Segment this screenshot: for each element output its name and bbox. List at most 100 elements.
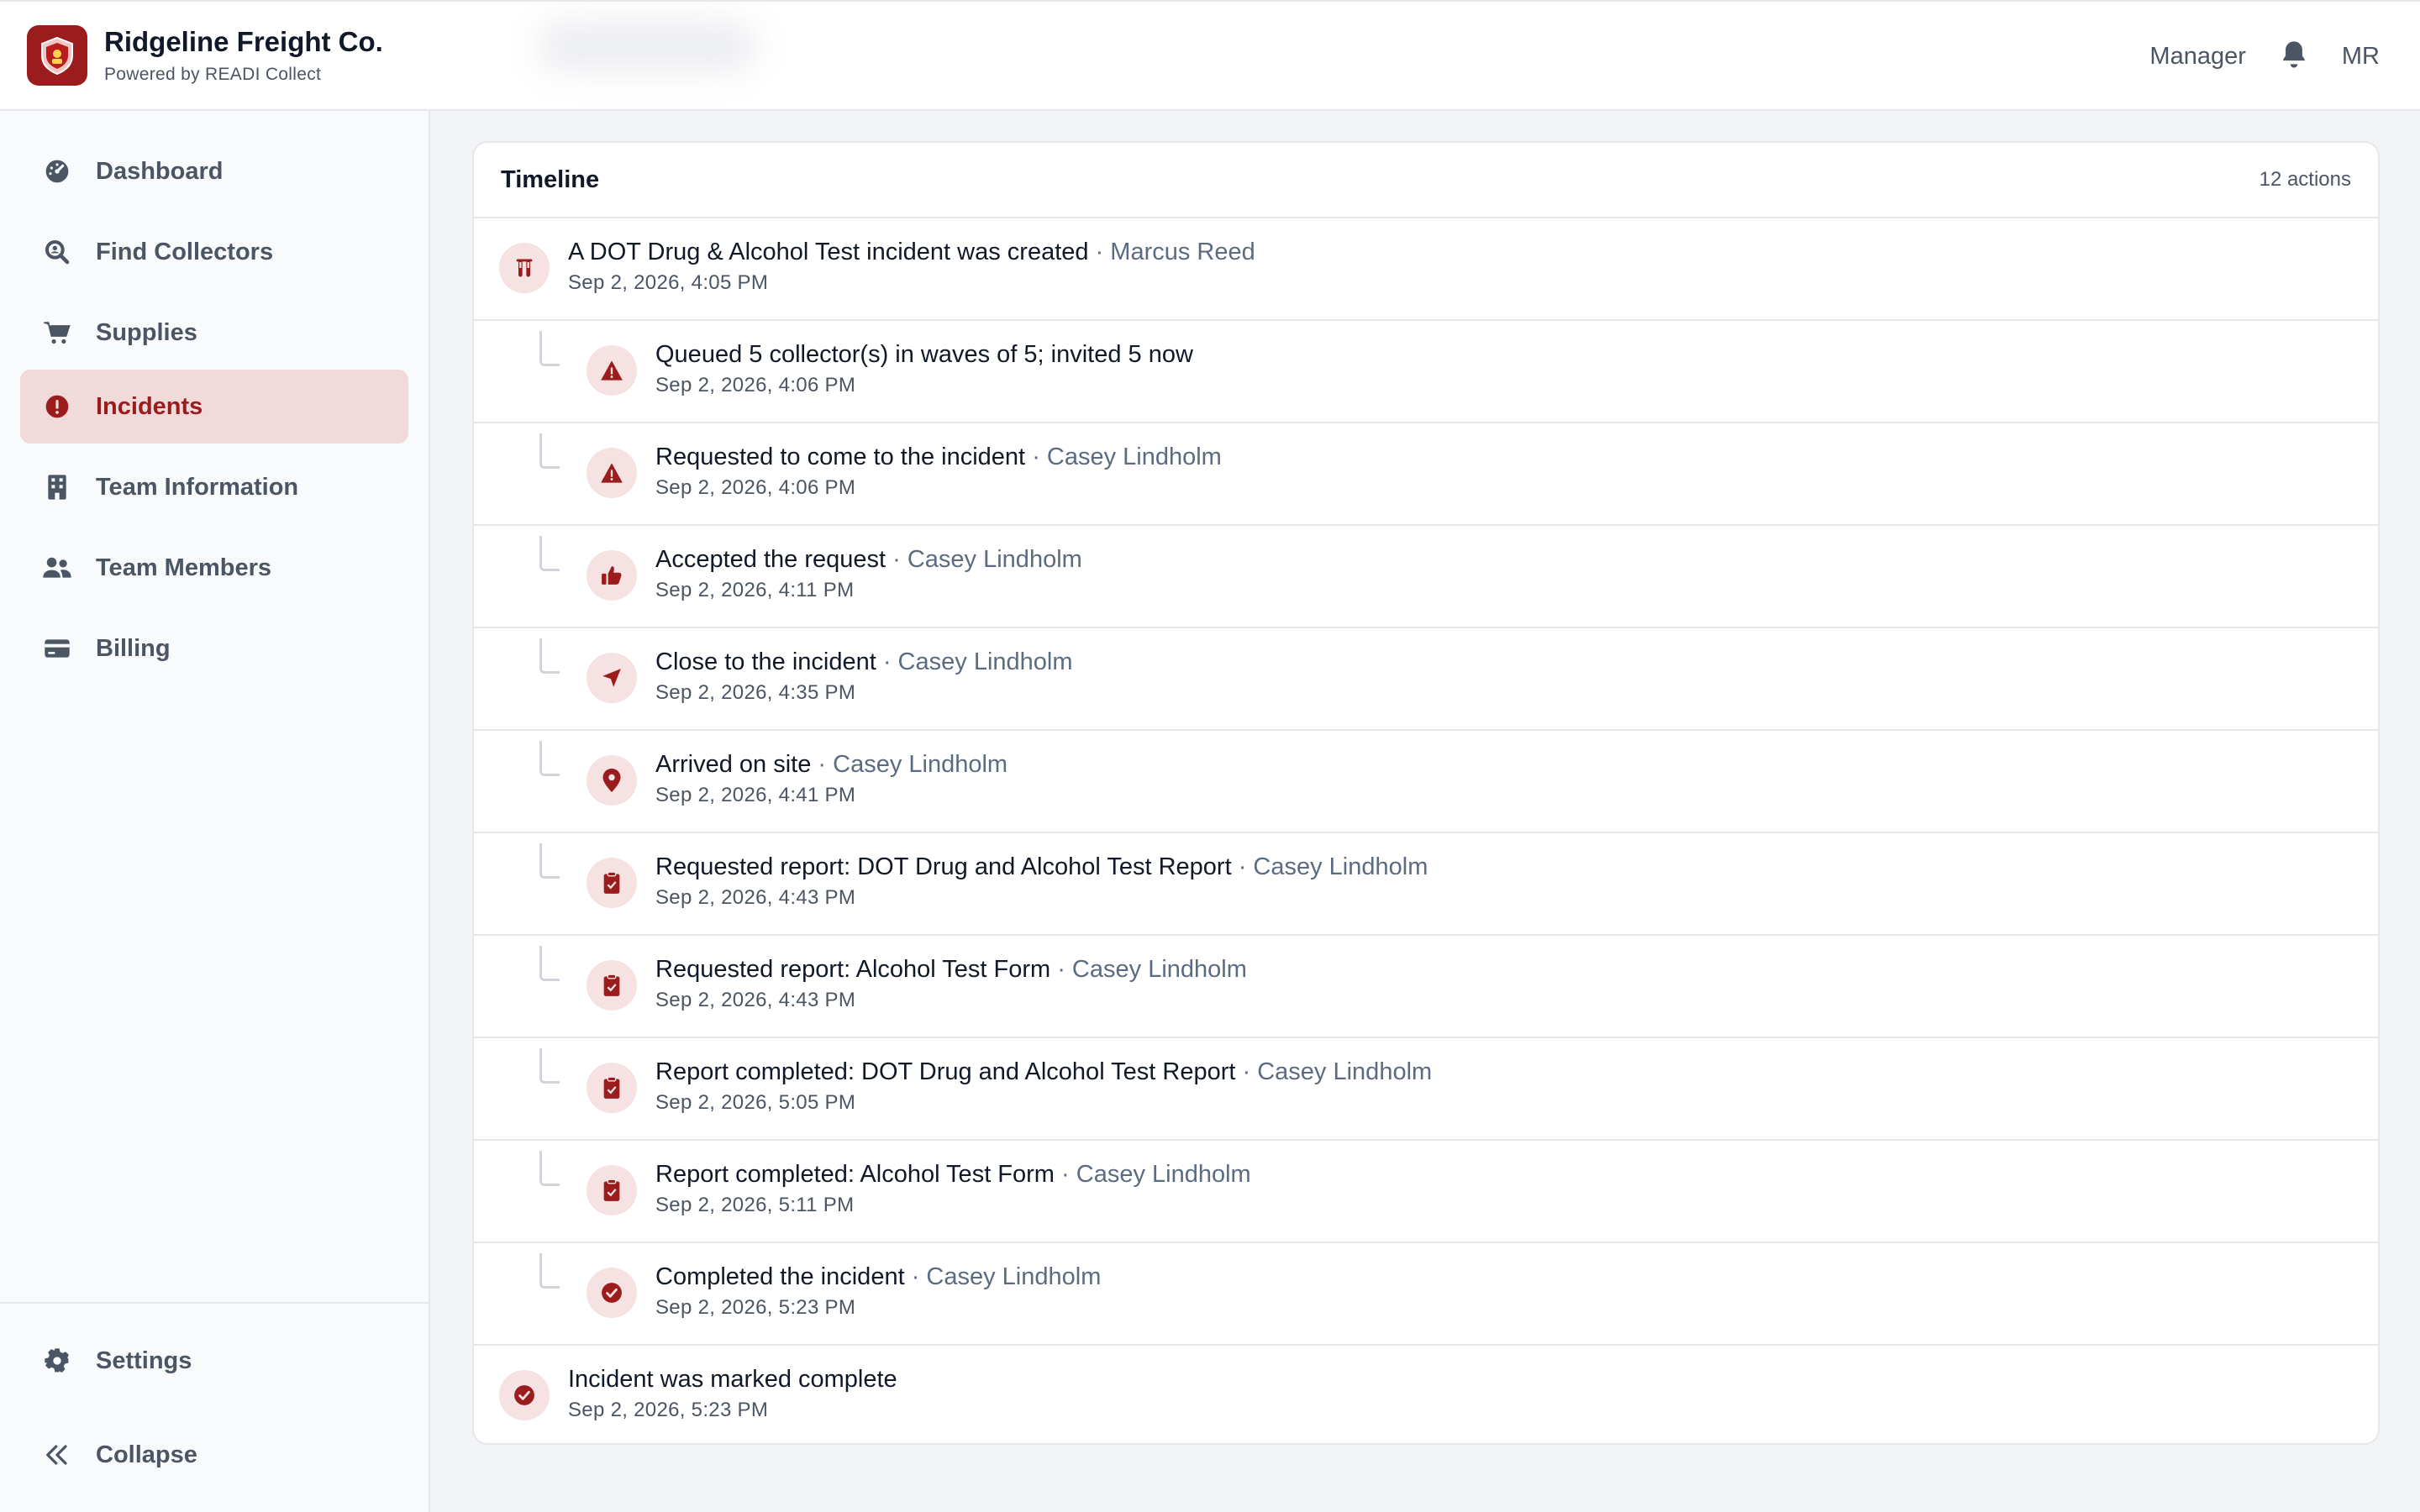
brand-logo-shield-icon[interactable] <box>27 25 87 86</box>
timeline-event: Requested report: Alcohol Test Form · Ca… <box>474 936 2378 1038</box>
event-actor[interactable]: · Casey Lindholm <box>1239 853 1428 880</box>
event-actor[interactable]: · Casey Lindholm <box>1032 444 1222 470</box>
timeline-event: Report completed: DOT Drug and Alcohol T… <box>474 1038 2378 1141</box>
thread-connector <box>539 843 560 879</box>
sidebar-item-label: Billing <box>96 634 171 662</box>
event-text: Requested report: Alcohol Test Form <box>655 956 1051 983</box>
thread-connector <box>539 638 560 674</box>
event-text: Report completed: Alcohol Test Form <box>655 1161 1055 1188</box>
event-text: Accepted the request <box>655 546 886 573</box>
sidebar-item-supplies[interactable]: Supplies <box>20 296 408 370</box>
sidebar-item-label: Find Collectors <box>96 238 274 265</box>
search-user-icon <box>42 237 72 267</box>
bell-icon[interactable] <box>2280 39 2308 75</box>
event-text: Requested report: DOT Drug and Alcohol T… <box>655 853 1232 880</box>
event-time: Sep 2, 2026, 5:11 PM <box>655 1194 855 1216</box>
top-bar: Ridgeline Freight Co. Powered by READI C… <box>0 0 2420 111</box>
event-actor[interactable]: · Casey Lindholm <box>1061 1161 1251 1188</box>
sidebar-item-label: Team Information <box>96 473 299 501</box>
navigation-arrow-icon <box>587 653 637 703</box>
sidebar-divider <box>0 1302 429 1304</box>
event-time: Sep 2, 2026, 5:23 PM <box>655 1296 856 1319</box>
thread-connector <box>539 433 560 469</box>
event-time: Sep 2, 2026, 4:43 PM <box>655 989 856 1011</box>
sidebar-item-label: Collapse <box>96 1441 197 1468</box>
thread-connector <box>539 741 560 776</box>
event-text: Report completed: DOT Drug and Alcohol T… <box>655 1058 1236 1085</box>
timeline-event: Close to the incident · Casey Lindholm S… <box>474 628 2378 731</box>
brand-subtitle: Powered by READI Collect <box>104 65 322 84</box>
credit-card-icon <box>42 633 72 664</box>
check-circle-icon <box>499 1370 550 1420</box>
event-time: Sep 2, 2026, 4:06 PM <box>655 476 856 499</box>
event-time: Sep 2, 2026, 5:05 PM <box>655 1091 856 1114</box>
user-avatar-initials[interactable]: MR <box>2342 43 2380 71</box>
event-text: Close to the incident <box>655 648 876 675</box>
clipboard-icon <box>587 960 637 1011</box>
user-role[interactable]: Manager <box>2149 43 2245 71</box>
timeline-event: A DOT Drug & Alcohol Test incident was c… <box>474 218 2378 321</box>
event-text: Requested to come to the incident <box>655 444 1026 470</box>
thread-connector <box>539 1048 560 1084</box>
event-text: Queued 5 collector(s) in waves of 5; inv… <box>655 341 1193 368</box>
clipboard-icon <box>587 1063 637 1113</box>
chevrons-left-icon <box>42 1440 72 1470</box>
timeline-header: Timeline 12 actions <box>474 143 2378 218</box>
sidebar-item-billing[interactable]: Billing <box>20 612 408 685</box>
event-text: Arrived on site <box>655 751 812 778</box>
event-time: Sep 2, 2026, 4:06 PM <box>655 374 856 396</box>
gear-icon <box>42 1346 72 1376</box>
event-actor[interactable]: · Casey Lindholm <box>912 1263 1102 1290</box>
event-actor[interactable]: · Casey Lindholm <box>1057 956 1247 983</box>
sidebar-item-dashboard[interactable]: Dashboard <box>20 134 408 208</box>
event-time: Sep 2, 2026, 4:43 PM <box>655 886 856 909</box>
event-time: Sep 2, 2026, 5:23 PM <box>568 1399 769 1421</box>
sidebar-item-label: Dashboard <box>96 157 224 185</box>
map-pin-icon <box>587 755 637 806</box>
event-actor[interactable]: · Casey Lindholm <box>818 751 1007 778</box>
warning-icon <box>587 448 637 498</box>
event-time: Sep 2, 2026, 4:05 PM <box>568 271 769 294</box>
sidebar-collapse-button[interactable]: Collapse <box>20 1418 408 1492</box>
check-circle-icon <box>587 1268 637 1318</box>
timeline-event: Report completed: Alcohol Test Form · Ca… <box>474 1141 2378 1243</box>
users-icon <box>42 553 72 583</box>
flask-icon <box>499 243 550 293</box>
warning-icon <box>587 345 637 396</box>
sidebar-item-incidents[interactable]: Incidents <box>20 370 408 444</box>
dashboard-gauge-icon <box>42 156 72 186</box>
brand-name: Ridgeline Freight Co. <box>104 26 383 57</box>
event-actor[interactable]: · Marcus Reed <box>1096 239 1255 265</box>
thread-connector <box>539 1151 560 1186</box>
timeline-event: Requested to come to the incident · Case… <box>474 423 2378 526</box>
cart-icon <box>42 318 72 348</box>
sidebar: Dashboard Find Collectors Supplies Incid… <box>0 111 430 1512</box>
sidebar-item-label: Team Members <box>96 554 271 581</box>
alert-circle-icon <box>42 391 72 422</box>
thread-connector <box>539 331 560 366</box>
event-text: Incident was marked complete <box>568 1366 897 1393</box>
event-time: Sep 2, 2026, 4:11 PM <box>655 579 855 601</box>
event-actor[interactable]: · Casey Lindholm <box>1243 1058 1433 1085</box>
timeline-event: Arrived on site · Casey Lindholm Sep 2, … <box>474 731 2378 833</box>
timeline-title: Timeline <box>501 165 600 193</box>
event-actor[interactable]: · Casey Lindholm <box>892 546 1082 573</box>
sidebar-item-label: Supplies <box>96 318 197 346</box>
thumbs-up-icon <box>587 550 637 601</box>
thread-connector <box>539 536 560 571</box>
thread-connector <box>539 946 560 981</box>
event-time: Sep 2, 2026, 4:35 PM <box>655 681 856 704</box>
sidebar-item-find-collectors[interactable]: Find Collectors <box>20 215 408 289</box>
sidebar-item-label: Incidents <box>96 392 203 420</box>
clipboard-icon <box>587 1165 637 1215</box>
event-time: Sep 2, 2026, 4:41 PM <box>655 784 856 806</box>
sidebar-item-label: Settings <box>96 1347 192 1374</box>
thread-connector <box>539 1253 560 1289</box>
event-text: Completed the incident <box>655 1263 905 1290</box>
timeline-action-count: 12 actions <box>2259 168 2351 191</box>
sidebar-item-team-members[interactable]: Team Members <box>20 531 408 605</box>
sidebar-item-team-information[interactable]: Team Information <box>20 450 408 524</box>
timeline-event: Requested report: DOT Drug and Alcohol T… <box>474 833 2378 936</box>
sidebar-item-settings[interactable]: Settings <box>20 1324 408 1398</box>
event-actor[interactable]: · Casey Lindholm <box>883 648 1073 675</box>
